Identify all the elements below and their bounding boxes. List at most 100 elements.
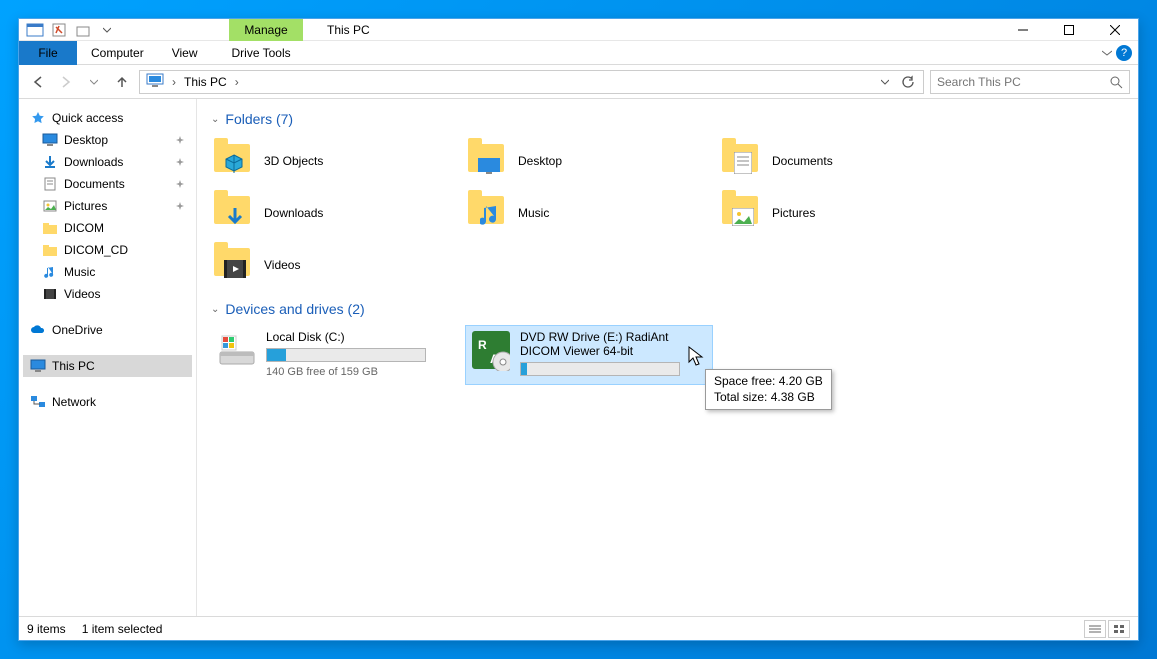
drive-name: Local Disk (C:) — [266, 330, 454, 344]
pin-icon — [176, 180, 185, 189]
window-title: This PC — [327, 23, 370, 37]
folder-documents[interactable]: Documents — [719, 135, 973, 187]
search-input[interactable] — [937, 75, 1123, 89]
hard-disk-icon — [216, 330, 256, 370]
folder-desktop[interactable]: Desktop — [465, 135, 719, 187]
large-icons-view-button[interactable] — [1108, 620, 1130, 638]
address-input[interactable]: › This PC › — [139, 70, 924, 94]
folder-label: Videos — [264, 258, 300, 272]
qat-dropdown-icon[interactable] — [95, 19, 119, 41]
window-controls — [1000, 19, 1138, 41]
details-view-button[interactable] — [1084, 620, 1106, 638]
section-drives[interactable]: ⌄ Devices and drives (2) — [211, 301, 1124, 317]
nav-network[interactable]: Network — [23, 391, 192, 413]
recent-dropdown[interactable] — [83, 71, 105, 93]
pin-icon — [176, 202, 185, 211]
folder-label: 3D Objects — [264, 154, 323, 168]
nav-this-pc[interactable]: This PC — [23, 355, 192, 377]
ribbon-tab-computer[interactable]: Computer — [77, 41, 158, 65]
breadcrumb-segment[interactable]: This PC — [180, 75, 231, 89]
nav-quick-access[interactable]: Quick access — [23, 107, 192, 129]
nav-item-documents[interactable]: Documents — [23, 173, 192, 195]
status-item-count: 9 items — [27, 622, 66, 636]
nav-item-dicom-cd[interactable]: DICOM_CD — [23, 239, 192, 261]
folder-label: Music — [518, 206, 549, 220]
nav-item-videos[interactable]: Videos — [23, 283, 192, 305]
folder-label: Desktop — [518, 154, 562, 168]
status-bar: 9 items 1 item selected — [19, 616, 1138, 640]
address-history-dropdown[interactable] — [877, 71, 893, 93]
downloads-icon — [42, 154, 58, 170]
folder-videos[interactable]: Videos — [211, 239, 465, 291]
network-icon — [30, 394, 46, 410]
folder-icon — [468, 193, 508, 233]
dvd-drive-icon: RA — [470, 330, 510, 370]
folder-icon — [722, 141, 762, 181]
ribbon-collapse-icon[interactable] — [1102, 48, 1112, 58]
search-icon[interactable] — [1109, 75, 1123, 89]
content-area: Quick access DesktopDownloadsDocumentsPi… — [19, 99, 1138, 616]
drive-capacity-bar — [520, 362, 680, 376]
nav-onedrive[interactable]: OneDrive — [23, 319, 192, 341]
help-icon[interactable]: ? — [1116, 45, 1132, 61]
folder-3d-objects[interactable]: 3D Objects — [211, 135, 465, 187]
nav-item-downloads[interactable]: Downloads — [23, 151, 192, 173]
monitor-icon — [30, 358, 46, 374]
main-pane[interactable]: ⌄ Folders (7) 3D Objects Desktop Documents… — [197, 99, 1138, 616]
cloud-icon — [30, 322, 46, 338]
properties-icon[interactable] — [47, 19, 71, 41]
quick-access-toolbar — [19, 19, 123, 41]
system-menu-icon[interactable] — [23, 19, 47, 41]
ribbon-tab-view[interactable]: View — [158, 41, 212, 65]
documents-icon — [42, 176, 58, 192]
maximize-button[interactable] — [1046, 19, 1092, 41]
drive-name: DVD RW Drive (E:) RadiAnt DICOM Viewer 6… — [520, 330, 708, 358]
chevron-down-icon: ⌄ — [211, 114, 219, 125]
search-box[interactable] — [930, 70, 1130, 94]
folder-music[interactable]: Music — [465, 187, 719, 239]
forward-button[interactable] — [55, 71, 77, 93]
new-folder-icon[interactable] — [71, 19, 95, 41]
folder-icon — [468, 141, 508, 181]
nav-item-desktop[interactable]: Desktop — [23, 129, 192, 151]
drive-local-disk-c[interactable]: Local Disk (C:) 140 GB free of 159 GB — [211, 325, 459, 385]
ribbon-tab-drive-tools[interactable]: Drive Tools — [217, 41, 304, 65]
drive-subtitle: 140 GB free of 159 GB — [266, 366, 454, 378]
titlebar: Manage This PC — [19, 19, 1138, 41]
folder-icon — [42, 220, 58, 236]
desktop-icon — [42, 132, 58, 148]
context-tab-manage[interactable]: Manage — [229, 19, 303, 41]
navigation-pane: Quick access DesktopDownloadsDocumentsPi… — [19, 99, 197, 616]
ribbon: File Computer View Drive Tools ? — [19, 41, 1138, 65]
minimize-button[interactable] — [1000, 19, 1046, 41]
nav-item-pictures[interactable]: Pictures — [23, 195, 192, 217]
music-icon — [42, 264, 58, 280]
pin-icon — [176, 136, 185, 145]
drive-tooltip: Space free: 4.20 GB Total size: 4.38 GB — [705, 369, 832, 410]
folder-icon — [214, 245, 254, 285]
refresh-button[interactable] — [895, 71, 921, 93]
svg-text:R: R — [478, 338, 487, 352]
folder-pictures[interactable]: Pictures — [719, 187, 973, 239]
folder-label: Documents — [772, 154, 833, 168]
drive-dvd-rw-e[interactable]: RA DVD RW Drive (E:) RadiAnt DICOM Viewer… — [465, 325, 713, 385]
section-folders[interactable]: ⌄ Folders (7) — [211, 111, 1124, 127]
drive-capacity-bar — [266, 348, 426, 362]
breadcrumb-root-chevron[interactable]: › — [168, 75, 180, 89]
videos-icon — [42, 286, 58, 302]
pin-icon — [176, 158, 185, 167]
ribbon-file-tab[interactable]: File — [19, 41, 77, 65]
close-button[interactable] — [1092, 19, 1138, 41]
nav-item-music[interactable]: Music — [23, 261, 192, 283]
up-button[interactable] — [111, 71, 133, 93]
folder-icon — [42, 242, 58, 258]
breadcrumb-chevron[interactable]: › — [231, 75, 243, 89]
chevron-down-icon: ⌄ — [211, 304, 219, 315]
folder-icon — [214, 193, 254, 233]
status-selection: 1 item selected — [82, 622, 163, 636]
pictures-icon — [42, 198, 58, 214]
back-button[interactable] — [27, 71, 49, 93]
folder-downloads[interactable]: Downloads — [211, 187, 465, 239]
nav-item-dicom[interactable]: DICOM — [23, 217, 192, 239]
folder-label: Pictures — [772, 206, 815, 220]
